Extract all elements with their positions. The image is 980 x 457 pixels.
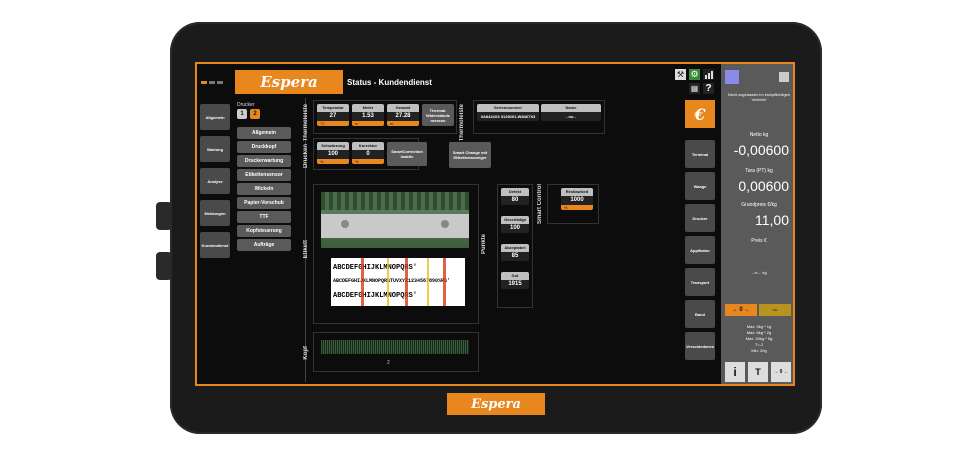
tab-verschiedenes[interactable]: Verschiedenes <box>685 332 715 360</box>
section-label-smart-control: Smart Control <box>537 184 543 225</box>
espera-e-icon[interactable]: € <box>685 100 715 128</box>
help-icon[interactable]: ? <box>703 83 714 94</box>
wrench-icon[interactable]: ⚒ <box>675 69 686 80</box>
section-label-thermoleiste-right: Thermoleiste <box>459 104 465 142</box>
tara-value: 0,00600 <box>738 178 789 194</box>
meter-cell: Meter 1.53 m <box>352 104 384 126</box>
smart-change-button[interactable]: Smart Change mit Etikettenanzeiger <box>449 142 491 168</box>
device-logo: Espera <box>447 393 545 415</box>
grundpreis-label: Grundpreis €/kg <box>741 202 777 208</box>
printer-label: Drucker <box>237 102 255 108</box>
grundpreis-value: 11,00 <box>755 212 789 228</box>
printer-option-2[interactable]: 2 <box>250 109 260 119</box>
indicator <box>201 81 207 84</box>
nav-item-meldungen[interactable]: Meldungen <box>200 200 230 226</box>
punkte-defekt: Defekt 80 <box>501 188 529 205</box>
submenu-druckkopf[interactable]: Druckkopf <box>237 141 291 153</box>
submenu-ttf[interactable]: TTF <box>237 211 291 223</box>
label-preview: ABCDEFGHIJKLMNOPQRS' ABCDEFGHIJKLMNOPQRS… <box>331 258 465 306</box>
info-button[interactable]: i <box>725 362 745 382</box>
calibration-notice: Nicht zugelassen im eichpflichtigen Verk… <box>727 92 791 102</box>
submenu-wickeln[interactable]: Wickeln <box>237 183 291 195</box>
preis-label: Preis € <box>751 238 767 244</box>
submenu-druckerwartung[interactable]: Druckerwartung <box>237 155 291 167</box>
page-title: Status - Kundendienst <box>347 78 432 87</box>
section-label-etikett: Etikett <box>303 240 309 259</box>
tab-transport[interactable]: Transport <box>685 268 715 296</box>
indicator <box>217 81 223 84</box>
restlaufzeit-cell: Restlaufzeit 1000 % <box>561 188 593 210</box>
section-label-thermoleiste: Thermoleiste <box>303 104 309 142</box>
tab-waage[interactable]: Waage <box>685 172 715 200</box>
punkte-gut: Gut 1915 <box>501 272 529 289</box>
panel-toggle-icon[interactable] <box>779 72 789 82</box>
netto-label: Netto kg <box>749 132 769 138</box>
printhead-image <box>321 192 469 248</box>
section-label-drucken: Drucken <box>303 144 309 169</box>
header-logo: Espera <box>235 70 343 94</box>
head-dots-graph <box>321 340 469 354</box>
nav-item-wartung[interactable]: Wartung <box>200 136 230 162</box>
temperature-cell: Temperatur 27 °C <box>317 104 349 126</box>
printer-option-1[interactable]: 1 <box>237 109 247 119</box>
serial-number-cell: Seriennummer 0A8424X3 3129201-W8467X3 <box>477 104 539 121</box>
punkte-geschaedigt: Geschädigt 100 <box>501 216 529 233</box>
nav-item-analyse[interactable]: Analyse <box>200 168 230 194</box>
spec-line: Max: 3kg * 1g <box>746 324 772 329</box>
gear-icon[interactable]: ⚙ <box>689 69 700 80</box>
side-connector <box>156 202 172 230</box>
tab-applikator[interactable]: Applikator <box>685 236 715 264</box>
nav-item-allgemein[interactable]: Allgemein <box>200 104 230 130</box>
scale-symbol: →e← kg <box>751 270 767 275</box>
status-indicator <box>725 70 739 84</box>
section-label-punkte: Punkte <box>481 234 487 255</box>
submenu-auftraege[interactable]: Aufträge <box>237 239 291 251</box>
name-cell: Name - no - <box>541 104 601 121</box>
indicator <box>209 81 215 84</box>
punkte-akzeptabel: Akzeptabel 85 <box>501 244 529 261</box>
submenu-kopfsteuerung[interactable]: Kopfsteuerung <box>237 225 291 237</box>
netto-value: -0,00600 <box>733 142 789 158</box>
chart-icon[interactable] <box>703 69 714 80</box>
stability-indicator: ~ <box>759 304 791 316</box>
tab-drucker[interactable]: Drucker <box>685 204 715 232</box>
submenu-allgemein[interactable]: Allgemein <box>237 127 291 139</box>
section-label-kopf: Kopf <box>303 346 309 360</box>
submenu-etikettensensor[interactable]: Etikettensensor <box>237 169 291 181</box>
zero-indicator: → 0 ← <box>725 304 757 316</box>
tab-terminal[interactable]: Terminal <box>685 140 715 168</box>
spec-line: Min: 20g <box>751 348 767 353</box>
screen: Espera Status - Kundendienst ⚒ ⚙ ▦ ? All… <box>195 62 795 386</box>
nav-item-kundendienst[interactable]: Kundendienst <box>200 232 230 258</box>
gesamt-cell: Gesamt 27.28 m <box>387 104 419 126</box>
spec-line: Max: 6kg * 2g <box>746 330 772 335</box>
submenu-papier-vorschub[interactable]: Papier-Vorschub <box>237 197 291 209</box>
zero-button[interactable]: → 0 ← <box>771 362 791 382</box>
tare-button[interactable]: T <box>748 362 768 382</box>
smartcorrection-button[interactable]: SmartCorrection Inaktiv <box>387 142 427 166</box>
network-icon[interactable]: ▦ <box>689 83 700 94</box>
side-connector <box>156 252 172 280</box>
schwaerzung-cell: Schwärzung 100 % <box>317 142 349 164</box>
kopf-value: 2 <box>387 360 390 366</box>
spec-line: T=-2 <box>754 342 764 347</box>
tara-label: Tara (PT) kg <box>745 168 773 174</box>
tab-band[interactable]: Band <box>685 300 715 328</box>
korrektur-cell: Korrektur 0 % <box>352 142 384 164</box>
spec-line: Max: 30kg * 5g <box>745 336 773 341</box>
measure-resistance-button[interactable]: Thermal. Widerstände messen <box>422 104 454 126</box>
